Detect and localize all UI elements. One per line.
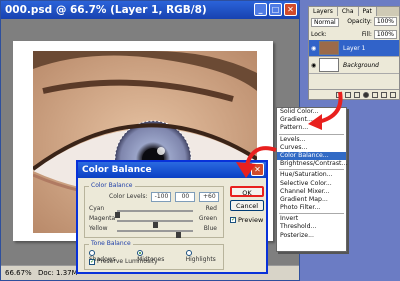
- mask-icon[interactable]: [354, 92, 360, 98]
- checkbox-label: Preview: [238, 216, 264, 224]
- layer-name: Layer 1: [343, 44, 366, 52]
- menu-item-hue-saturation[interactable]: Hue/Saturation...: [277, 171, 346, 179]
- slider-left-label: Cyan: [89, 205, 105, 212]
- doc-size: Doc: 1.37M: [37, 269, 78, 277]
- eye-icon[interactable]: ◉: [311, 45, 319, 52]
- yellow-blue-slider[interactable]: Yellow Blue: [89, 225, 217, 238]
- radio-icon[interactable]: [185, 249, 192, 256]
- slider-right-label: Red: [205, 205, 217, 212]
- menu-item-selective-color[interactable]: Selective Color...: [277, 180, 346, 188]
- menu-item-threshold[interactable]: Threshold...: [277, 223, 346, 231]
- layer-row-background[interactable]: ◉ Background: [309, 57, 399, 74]
- tab-channels[interactable]: Cha: [337, 7, 359, 16]
- eye-icon[interactable]: ◉: [311, 62, 319, 69]
- tone-balance-group: Tone Balance Shadows Midtones Highlights…: [84, 240, 224, 270]
- magenta-green-slider[interactable]: Magenta Green: [89, 215, 217, 228]
- dialog-title: Color Balance: [82, 165, 152, 175]
- slider-right-label: Green: [198, 215, 217, 222]
- slider-right-label: Blue: [203, 225, 217, 232]
- menu-item-channel-mixer[interactable]: Channel Mixer...: [277, 188, 346, 196]
- color-levels-label: Color Levels:: [109, 193, 148, 200]
- menu-item-levels[interactable]: Levels...: [277, 136, 346, 144]
- zoom-level[interactable]: 66.67%: [1, 269, 32, 277]
- menu-item-invert[interactable]: Invert: [277, 215, 346, 223]
- slider-track[interactable]: [117, 220, 193, 228]
- checkbox-icon[interactable]: ✓: [230, 217, 236, 223]
- document-title: 000.psd @ 66.7% (Layer 1, RGB/8): [5, 4, 207, 16]
- preview-checkbox[interactable]: ✓ Preview: [230, 216, 263, 224]
- color-balance-group: Color Balance Color Levels: -100 00 +60 …: [84, 182, 224, 238]
- ok-button[interactable]: OK: [230, 186, 264, 197]
- new-layer-icon[interactable]: [381, 92, 387, 98]
- layers-panel: Layers Cha Pat Normal Opacity: 100% Lock…: [308, 6, 400, 100]
- slider-track[interactable]: [117, 230, 193, 238]
- trash-icon[interactable]: [390, 92, 396, 98]
- magenta-green-field[interactable]: 00: [175, 192, 196, 202]
- minimize-icon[interactable]: _: [254, 3, 267, 16]
- layer-thumbnail: [319, 58, 339, 72]
- checkbox-icon[interactable]: ✓: [89, 258, 95, 265]
- checkbox-label: Preserve Luminosity: [97, 258, 158, 265]
- radio-highlights[interactable]: Highlights: [185, 249, 223, 263]
- cancel-button[interactable]: Cancel: [230, 200, 264, 211]
- menu-item-posterize[interactable]: Posterize...: [277, 232, 346, 240]
- tab-layers[interactable]: Layers: [309, 7, 338, 16]
- menu-item-color-balance[interactable]: Color Balance...: [277, 151, 346, 161]
- menu-separator: [279, 213, 344, 215]
- layer-row-layer1[interactable]: ◉ Layer 1: [309, 40, 399, 57]
- arrow-to-menu-icon: [308, 91, 343, 130]
- cyan-red-field[interactable]: -100: [151, 192, 172, 202]
- cyan-red-slider[interactable]: Cyan Red: [89, 205, 217, 218]
- fill-label: Fill:: [361, 31, 372, 38]
- fill-field[interactable]: 100%: [373, 30, 397, 39]
- opacity-field[interactable]: 100%: [373, 17, 397, 26]
- maximize-icon[interactable]: □: [269, 3, 282, 16]
- opacity-label: Opacity:: [347, 18, 372, 25]
- radio-icon[interactable]: [137, 249, 144, 256]
- layer-thumbnail: [319, 41, 339, 55]
- tab-paths[interactable]: Pat: [358, 7, 377, 16]
- radio-icon[interactable]: [89, 249, 95, 256]
- slider-left-label: Yellow: [89, 225, 108, 232]
- adjustment-layer-icon[interactable]: [363, 92, 369, 98]
- layer-name: Background: [343, 61, 379, 69]
- preserve-luminosity[interactable]: ✓ Preserve Luminosity: [89, 258, 158, 265]
- close-icon[interactable]: ✕: [284, 3, 297, 16]
- menu-item-gradient-map[interactable]: Gradient Map...: [277, 196, 346, 204]
- blend-mode-select[interactable]: Normal: [311, 18, 339, 27]
- arrow-to-ok-icon: [236, 146, 277, 178]
- yellow-blue-field[interactable]: +60: [199, 192, 220, 202]
- lock-label: Lock:: [311, 31, 327, 38]
- slider-track[interactable]: [115, 210, 193, 218]
- menu-item-brightness-contrast[interactable]: Brightness/Contrast...: [277, 160, 347, 168]
- slider-thumb[interactable]: [175, 232, 181, 238]
- menu-separator: [279, 169, 344, 171]
- menu-item-curves[interactable]: Curves...: [277, 144, 346, 152]
- layers-tabs: Layers Cha Pat: [309, 7, 399, 16]
- menu-item-photo-filter[interactable]: Photo Filter...: [277, 204, 346, 212]
- radio-label: Highlights: [185, 256, 216, 263]
- slider-left-label: Magenta: [89, 215, 116, 222]
- document-title-bar[interactable]: 000.psd @ 66.7% (Layer 1, RGB/8) _ □ ✕: [1, 1, 299, 19]
- folder-icon[interactable]: [372, 92, 378, 98]
- group-label: Tone Balance: [89, 240, 133, 247]
- group-label: Color Balance: [89, 182, 135, 189]
